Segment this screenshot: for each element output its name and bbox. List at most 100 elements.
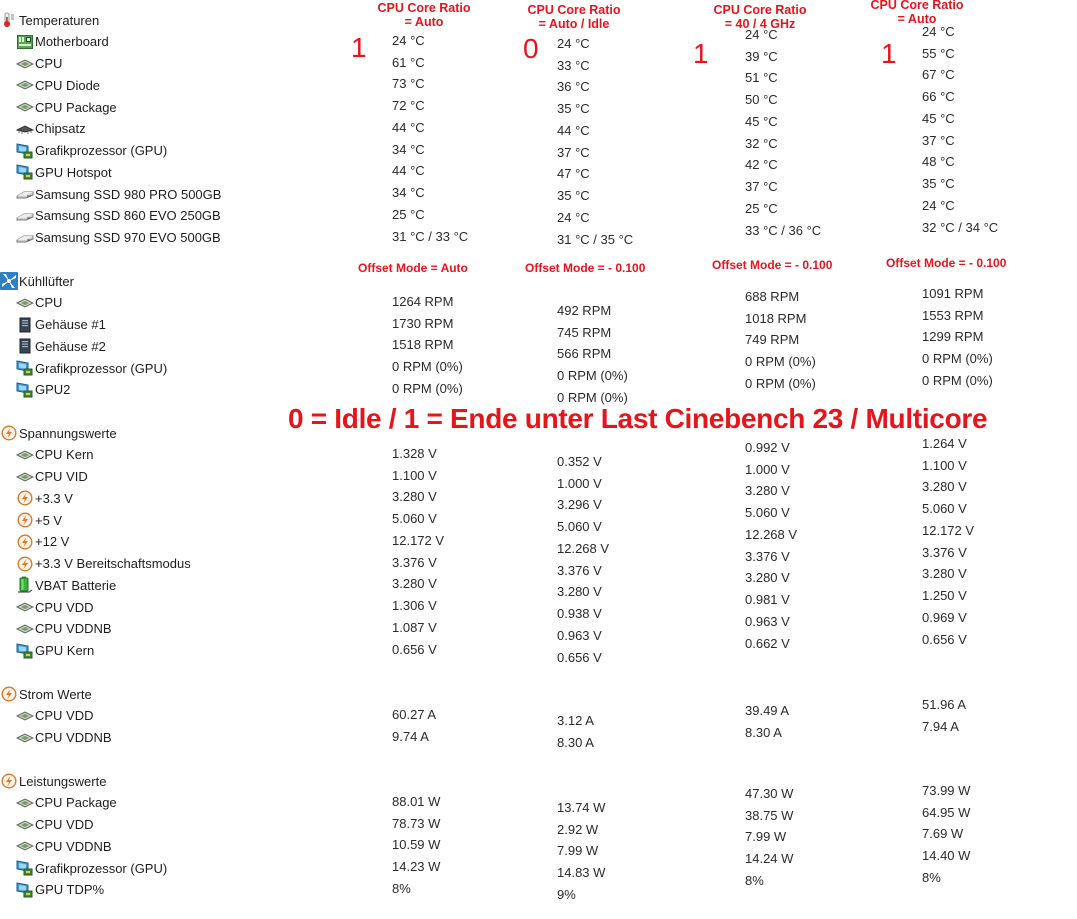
state-marker: 0 [523, 33, 539, 64]
sensor-item[interactable]: CPU [16, 293, 62, 313]
sensor-item[interactable]: CPU Diode [16, 75, 100, 95]
sensor-value: 24 °C [392, 32, 425, 48]
gpu-icon [16, 860, 34, 876]
ratio-header-label: CPU Core Ratio [377, 1, 471, 15]
sensor-value: 3.280 V [922, 566, 967, 582]
sensor-value: 73.99 W [922, 782, 971, 798]
sensor-item[interactable]: GPU2 [16, 380, 70, 400]
sensor-value: 67 °C [922, 67, 955, 83]
sensor-value: 7.99 W [745, 829, 787, 845]
sensor-value: 1.000 V [557, 475, 602, 491]
sensor-item-label: GPU Kern [35, 643, 95, 658]
sensor-item-label: Chipsatz [35, 121, 86, 137]
sensor-item[interactable]: Samsung SSD 980 PRO 500GB [16, 184, 221, 204]
cpu-icon [16, 621, 34, 637]
sensor-item-label: Gehäuse #1 [35, 317, 106, 332]
sensor-item[interactable]: Grafikprozessor (GPU) [16, 141, 167, 161]
offset-mode-label: Offset Mode = - 0.100 [886, 256, 1007, 270]
sensor-item[interactable]: +12 V [16, 532, 69, 552]
drive-icon [16, 208, 34, 224]
cpu-icon [16, 99, 34, 115]
sensor-group[interactable]: Temperaturen [0, 10, 99, 30]
sensor-item[interactable]: CPU VDD [16, 597, 94, 617]
sensor-item[interactable]: CPU VDDNB [16, 619, 112, 639]
sensor-value: 64.95 W [922, 804, 971, 820]
sensor-value: 9% [557, 886, 576, 902]
sensor-item[interactable]: CPU VDDNB [16, 728, 112, 748]
sensor-item-label: CPU VDD [35, 708, 94, 724]
sensor-item[interactable]: CPU VDDNB [16, 836, 112, 856]
sensor-item-label: Samsung SSD 980 PRO 500GB [35, 186, 222, 202]
sensor-group[interactable]: Strom Werte [0, 684, 92, 704]
sensor-value: 66 °C [922, 89, 955, 104]
sensor-item[interactable]: CPU VID [16, 467, 88, 487]
sensor-value: 3.376 V [922, 544, 967, 560]
sensor-value: 749 RPM [745, 332, 800, 348]
sensor-value: 5.060 V [392, 511, 437, 526]
ratio-value-label: = Auto [404, 15, 444, 29]
sensor-item-label: CPU VDD [35, 599, 94, 615]
sensor-item[interactable]: CPU VDD [16, 706, 94, 726]
sensor-item[interactable]: Gehäuse #2 [16, 336, 106, 356]
sensor-item[interactable]: CPU Package [16, 97, 117, 117]
sensor-item[interactable]: Motherboard [16, 32, 109, 52]
voltage-icon [0, 425, 18, 441]
sensor-value: 50 °C [745, 92, 778, 107]
sensor-value: 1518 RPM [392, 337, 454, 353]
sensor-value: 0.352 V [557, 453, 602, 469]
sensor-item-label: CPU VDDNB [35, 621, 112, 637]
sensor-value: 3.12 A [557, 712, 594, 728]
sensor-item-label: GPU TDP% [35, 882, 105, 898]
sensor-value: 0 RPM (0%) [922, 351, 993, 366]
sensor-item[interactable]: GPU Kern [16, 641, 94, 661]
cpu-icon [16, 447, 34, 463]
sensor-item-label: CPU Kern [35, 447, 94, 463]
sensor-value: 24 °C [557, 209, 590, 225]
motherboard-icon [16, 34, 34, 50]
sensor-item-label: VBAT Batterie [35, 577, 117, 593]
sensor-item[interactable]: Grafikprozessor (GPU) [16, 858, 167, 878]
sensor-item[interactable]: Grafikprozessor (GPU) [16, 358, 167, 378]
sensor-group[interactable]: Leistungswerte [0, 771, 106, 791]
sensor-item[interactable]: CPU Kern [16, 445, 94, 465]
sensor-value: 24 °C [745, 26, 778, 42]
sensor-item[interactable]: +3.3 V [16, 488, 73, 508]
sensor-item[interactable]: GPU Hotspot [16, 162, 112, 182]
sensor-item[interactable]: Gehäuse #1 [16, 315, 106, 335]
sensor-item[interactable]: Chipsatz [16, 119, 86, 139]
sensor-value: 7.94 A [922, 718, 959, 734]
cpu-icon [16, 817, 34, 833]
sensor-value: 31 °C / 33 °C [392, 228, 469, 244]
sensor-value: 12.268 V [557, 540, 610, 556]
sensor-item-label: GPU Hotspot [35, 164, 112, 180]
sensor-value: 0.963 V [745, 613, 790, 629]
sensor-item[interactable]: +3.3 V Bereitschaftsmodus [16, 554, 191, 574]
sensor-item[interactable]: VBAT Batterie [16, 575, 116, 595]
sensor-value: 5.060 V [557, 519, 602, 534]
sensor-item[interactable]: CPU VDD [16, 815, 94, 835]
sensor-value: 44 °C [392, 163, 425, 179]
sensor-item[interactable]: +5 V [16, 510, 62, 530]
sensor-value: 31 °C / 35 °C [557, 231, 634, 247]
sensor-item[interactable]: GPU TDP% [16, 880, 104, 900]
sensor-value: 0.963 V [557, 627, 602, 643]
sensor-value: 14.23 W [392, 859, 441, 874]
sensor-value: 78.73 W [392, 815, 441, 831]
sensor-value: 44 °C [557, 122, 590, 138]
sensor-item[interactable]: Samsung SSD 970 EVO 500GB [16, 228, 221, 248]
sensor-item[interactable]: CPU [16, 54, 62, 74]
sensor-value: 9.74 A [392, 728, 429, 744]
sensor-value: 1264 RPM [392, 293, 454, 309]
sensor-value: 1.250 V [922, 588, 967, 603]
cpu-icon [16, 599, 34, 615]
sensor-item[interactable]: CPU Package [16, 793, 117, 813]
sensor-group[interactable]: Kühllüfter [0, 271, 74, 291]
state-marker: 1 [693, 38, 709, 69]
sensor-item-label: Samsung SSD 860 EVO 250GB [35, 208, 221, 224]
sensor-value: 33 °C / 36 °C [745, 222, 822, 238]
case-icon [16, 317, 34, 333]
sensor-group[interactable]: Spannungswerte [0, 423, 117, 443]
voltage-icon [16, 534, 34, 550]
sensor-item[interactable]: Samsung SSD 860 EVO 250GB [16, 206, 221, 226]
sensor-value: 0.992 V [745, 439, 790, 455]
